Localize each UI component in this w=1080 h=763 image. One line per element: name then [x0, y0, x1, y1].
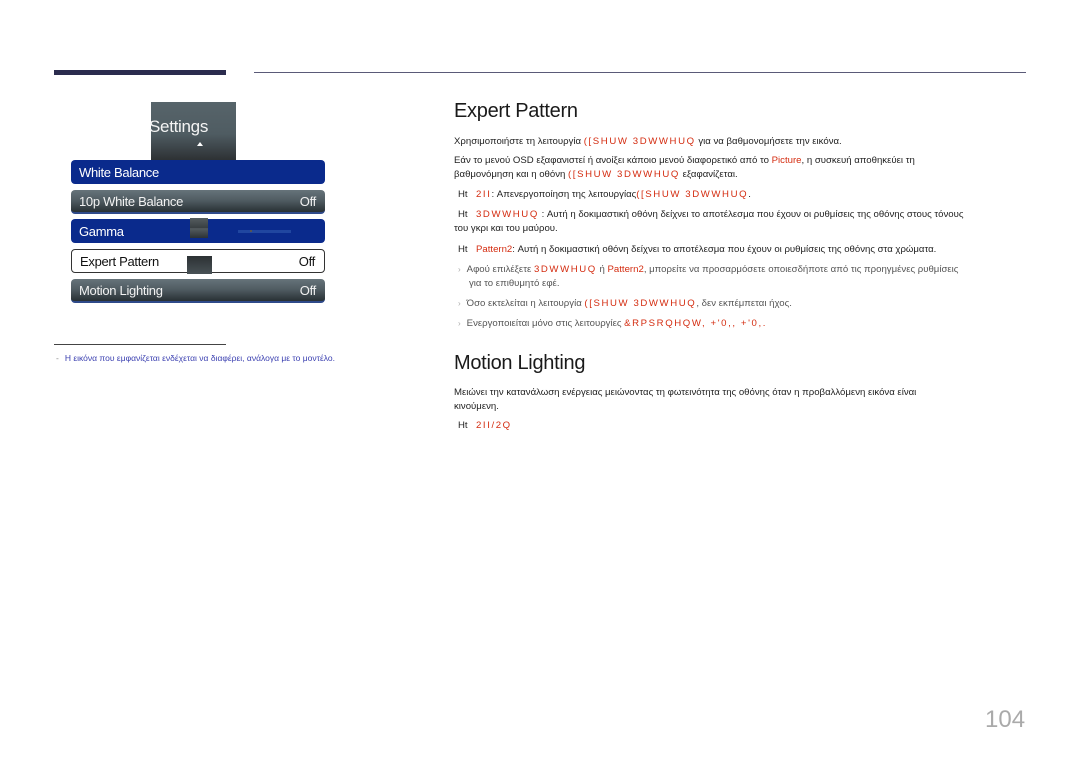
- expert-pattern-osd-note: Εάν το μενού OSD εξαφανιστεί ή ανοίξει κ…: [454, 154, 915, 168]
- text: βαθμονόμηση και η οθόνη: [454, 169, 569, 180]
- expert-pattern-slider-handle[interactable]: [187, 256, 212, 274]
- source-ref: &RPSRQHQW, +'0,, +'0,.: [624, 318, 767, 329]
- option-marker: Ht: [458, 244, 468, 255]
- text: Χρησιμοποιήστε τη λειτουργία: [454, 136, 584, 147]
- text: , η συσκευή αποθηκεύει τη: [801, 155, 915, 166]
- option-name: Pattern2: [476, 244, 513, 255]
- note-divider: [54, 344, 226, 345]
- menu-ref: ([SHUW 3DWWHUQ: [636, 189, 749, 200]
- gamma-slider-handle[interactable]: [190, 218, 208, 238]
- osd-item-label: 10p White Balance: [79, 193, 184, 209]
- header-rule-thick: [54, 70, 226, 75]
- text: Ενεργοποιείται μόνο στις λειτουργίες: [466, 318, 625, 329]
- text: Εάν το μενού OSD εξαφανιστεί ή ανοίξει κ…: [454, 155, 772, 166]
- osd-item-label: Motion Lighting: [79, 282, 163, 298]
- gamma-slider-marker: [250, 230, 252, 232]
- text: .: [748, 189, 751, 200]
- note-dash: -: [56, 353, 59, 363]
- option-marker: Ht: [458, 420, 468, 431]
- option-name: 3DWWHUQ: [533, 264, 597, 275]
- gamma-slider-track[interactable]: [238, 230, 291, 233]
- osd-item-white-balance[interactable]: White Balance: [71, 160, 325, 184]
- option-name: 2II/2Q: [476, 420, 512, 431]
- option-pattern1-cont: του γκρι και του μαύρου.: [454, 222, 558, 236]
- option-name: 3DWWHUQ: [476, 209, 539, 220]
- osd-menu-title: Settings: [149, 117, 209, 136]
- sub-note-3: › Ενεργοποιείται μόνο στις λειτουργίες &R…: [458, 317, 767, 331]
- option-name: Pattern2: [607, 264, 644, 275]
- expert-pattern-heading: Expert Pattern: [454, 100, 578, 122]
- text: Μειώνει την κατανάλωση ενέργειας μειώνον…: [454, 387, 917, 398]
- text: , δεν εκπέμπεται ήχος.: [696, 298, 792, 309]
- option-pattern1: Ht 3DWWHUQ : Αυτή η δοκιμαστική οθόνη δεί…: [454, 208, 964, 222]
- page-number: 104: [985, 706, 1026, 733]
- motion-lighting-option: Ht 2II/2Q: [454, 419, 512, 433]
- motion-lighting-description-cont: κινούμενη.: [454, 400, 499, 414]
- menu-ref: ([SHUW 3DWWHUQ: [583, 136, 696, 147]
- sub-note-1: › Αφού επιλέξετε 3DWWHUQ ή Pattern2, μπορ…: [458, 263, 958, 277]
- option-off: Ht 2II: Απενεργοποίηση της λειτουργίας([S…: [454, 188, 751, 202]
- text: ή: [596, 264, 608, 275]
- text: Αφού επιλέξετε: [466, 264, 534, 275]
- text: : Αυτή η δοκιμαστική οθόνη δείχνει το απ…: [512, 244, 937, 255]
- note-text: Η εικόνα που εμφανίζεται ενδέχεται να δι…: [64, 353, 335, 363]
- osd-item-label: Gamma: [79, 223, 124, 239]
- bullet-icon: ›: [458, 299, 461, 308]
- expert-pattern-osd-note-cont: βαθμονόμηση και η οθόνη ([SHUW 3DWWHUQ ε…: [454, 168, 738, 182]
- menu-ref: ([SHUW 3DWWHUQ: [584, 298, 697, 309]
- bullet-icon: ›: [458, 319, 461, 328]
- osd-item-label: Expert Pattern: [80, 253, 159, 269]
- text: του γκρι και του μαύρου.: [454, 223, 558, 234]
- expert-pattern-intro: Χρησιμοποιήστε τη λειτουργία ([SHUW 3DWW…: [454, 135, 842, 149]
- sub-note-2: › Όσο εκτελείται η λειτουργία ([SHUW 3DWW…: [458, 297, 792, 311]
- text: : Απενεργοποίηση της λειτουργίας: [491, 189, 637, 200]
- osd-menu-header: Settings: [149, 102, 236, 160]
- text: για να βαθμονομήσετε την εικόνα.: [695, 136, 842, 147]
- scroll-up-arrow-icon: [197, 142, 203, 146]
- osd-item-value: Off: [298, 253, 316, 269]
- menu-ref: ([SHUW 3DWWHUQ: [568, 169, 680, 180]
- text: εξαφανίζεται.: [679, 169, 738, 180]
- osd-item-10p-white-balance[interactable]: 10p White Balance Off: [71, 190, 325, 214]
- option-marker: Ht: [458, 209, 468, 220]
- text: , μπορείτε να προσαρμόσετε οποιεσδήποτε …: [643, 264, 959, 275]
- osd-item-value: Off: [299, 193, 317, 209]
- osd-item-value: Off: [299, 282, 317, 298]
- option-pattern2: Ht Pattern2: Αυτή η δοκιμαστική οθόνη δεί…: [454, 243, 936, 257]
- osd-item-motion-lighting[interactable]: Motion Lighting Off: [71, 279, 325, 303]
- osd-item-label: White Balance: [79, 164, 159, 180]
- motion-lighting-description: Μειώνει την κατανάλωση ενέργειας μειώνον…: [454, 386, 916, 400]
- option-name: 2II: [476, 189, 492, 200]
- bullet-icon: ›: [458, 265, 461, 274]
- motion-lighting-heading: Motion Lighting: [454, 352, 586, 374]
- text: για το επιθυμητό εφέ.: [469, 278, 560, 289]
- image-disclaimer-note: -Η εικόνα που εμφανίζεται ενδέχεται να δ…: [56, 353, 335, 363]
- text: κινούμενη.: [454, 401, 499, 412]
- text: : Αυτή η δοκιμαστική οθόνη δείχνει το απ…: [538, 209, 964, 220]
- sub-note-1-cont: για το επιθυμητό εφέ.: [469, 277, 560, 291]
- header-rule-thin: [254, 72, 1026, 73]
- menu-ref: Picture: [771, 155, 802, 166]
- text: Όσο εκτελείται η λειτουργία: [466, 298, 585, 309]
- option-marker: Ht: [458, 189, 468, 200]
